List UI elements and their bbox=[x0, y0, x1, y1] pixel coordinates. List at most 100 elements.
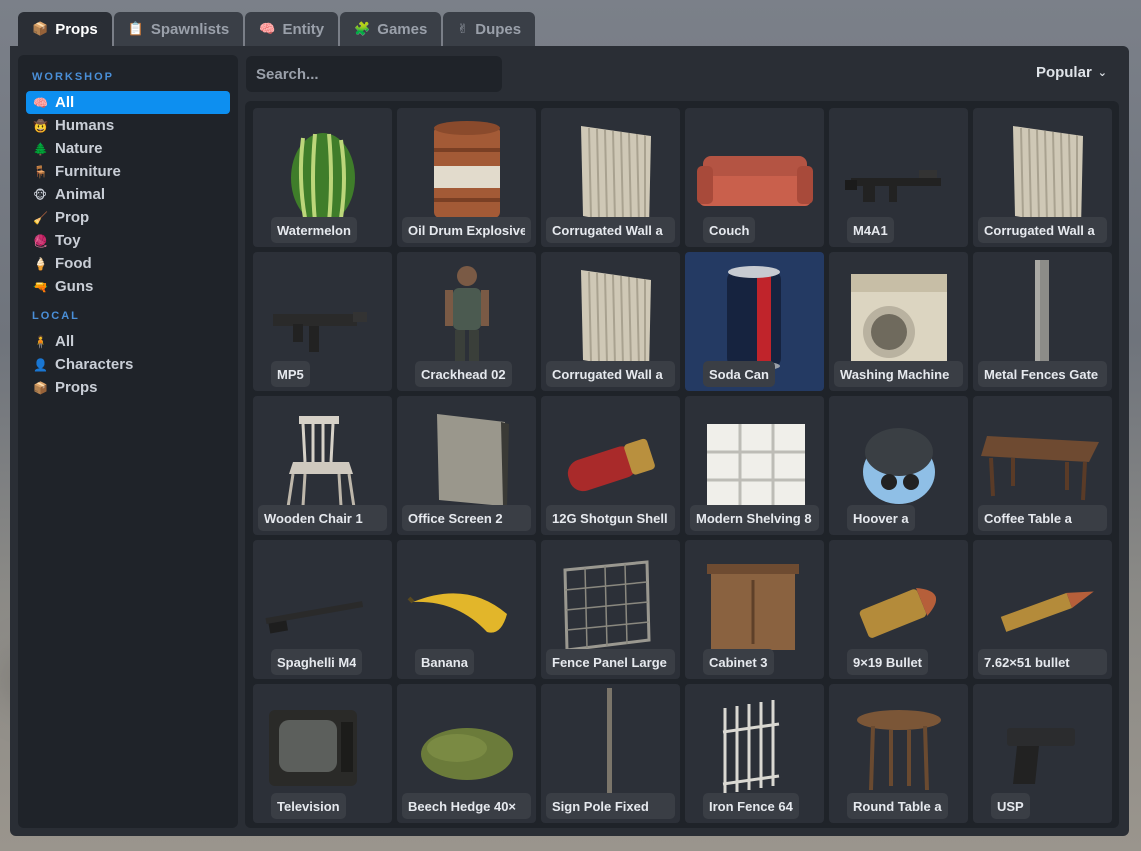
sidebar-item-label: Prop bbox=[55, 209, 90, 226]
prop-tile[interactable]: Washing Machine bbox=[829, 252, 968, 391]
prop-label-text: Washing Machine bbox=[840, 366, 950, 382]
prop-label-text: Corrugated Wall a bbox=[984, 222, 1095, 238]
prop-label: Modern Shelving 8 bbox=[690, 505, 819, 531]
prop-label-text: 12G Shotgun Shell bbox=[552, 510, 668, 526]
sidebar-item-animal[interactable]: 🐵 Animal bbox=[26, 183, 230, 206]
prop-label: Corrugated Wall a bbox=[978, 217, 1107, 243]
broom-icon: 🧹 bbox=[33, 210, 48, 225]
prop-label: Soda Can bbox=[703, 361, 775, 387]
tab-label: Entity bbox=[282, 20, 325, 38]
prop-label: Washing Machine bbox=[834, 361, 963, 387]
tab-entity[interactable]: 🧠 Entity bbox=[245, 12, 339, 46]
person-icon: 🧍 bbox=[33, 334, 48, 349]
prop-label: Corrugated Wall a bbox=[546, 361, 675, 387]
prop-tile[interactable]: Hoover a bbox=[829, 396, 968, 535]
prop-tile[interactable]: Television bbox=[253, 684, 392, 823]
prop-tile[interactable]: Wooden Chair 1 bbox=[253, 396, 392, 535]
prop-tile[interactable]: Corrugated Wall a bbox=[541, 108, 680, 247]
prop-tile[interactable]: Modern Shelving 8 bbox=[685, 396, 824, 535]
sidebar-item-furniture[interactable]: 🪑 Furniture bbox=[26, 160, 230, 183]
prop-tile[interactable]: Cabinet 3 bbox=[685, 540, 824, 679]
prop-label-text: Banana bbox=[421, 654, 468, 670]
sidebar-item-toy[interactable]: 🧶 Toy bbox=[26, 229, 230, 252]
prop-label-text: Iron Fence 64 bbox=[709, 798, 793, 814]
sidebar-item-nature[interactable]: 🌲 Nature bbox=[26, 137, 230, 160]
prop-tile[interactable]: 12G Shotgun Shell bbox=[541, 396, 680, 535]
prop-label: Metal Fences Gate bbox=[978, 361, 1107, 387]
yarn-icon: 🧶 bbox=[33, 233, 48, 248]
prop-label: Watermelon bbox=[271, 217, 357, 243]
prop-tile[interactable]: Corrugated Wall a bbox=[541, 252, 680, 391]
tab-spawnlists[interactable]: 📋 Spawnlists bbox=[113, 12, 244, 46]
tab-dupes[interactable]: ✌ Dupes bbox=[443, 12, 536, 46]
sidebar-item-label: All bbox=[55, 94, 75, 111]
prop-tile[interactable]: Iron Fence 64 bbox=[685, 684, 824, 823]
sidebar-item-label: Nature bbox=[55, 140, 103, 157]
sidebar-item-all[interactable]: 🧠 All bbox=[26, 91, 230, 114]
sidebar-item-characters[interactable]: 👤 Characters bbox=[26, 353, 230, 376]
prop-label-text: Beech Hedge 40× bbox=[408, 798, 517, 814]
prop-tile[interactable]: Crackhead 02 bbox=[397, 252, 536, 391]
icecream-icon: 🍦 bbox=[33, 256, 48, 271]
brain-icon: 🧠 bbox=[33, 95, 48, 110]
prop-label: MP5 bbox=[271, 361, 310, 387]
prop-grid: Watermelon Oil Drum Explosive Corrugated W… bbox=[253, 108, 1112, 823]
sidebar-item-guns[interactable]: 🔫 Guns bbox=[26, 275, 230, 298]
prop-label: Spaghelli M4 bbox=[271, 649, 363, 675]
prop-label: Coffee Table a bbox=[978, 505, 1107, 531]
prop-tile[interactable]: Oil Drum Explosive bbox=[397, 108, 536, 247]
victory-hand-icon: ✌ bbox=[457, 21, 469, 36]
prop-tile[interactable]: USP bbox=[973, 684, 1112, 823]
prop-tile[interactable]: M4A1 bbox=[829, 108, 968, 247]
prop-tile[interactable]: 9×19 Bullet bbox=[829, 540, 968, 679]
prop-label: M4A1 bbox=[847, 217, 894, 243]
prop-tile[interactable]: Beech Hedge 40× bbox=[397, 684, 536, 823]
prop-label: Wooden Chair 1 bbox=[258, 505, 387, 531]
sidebar-item-label: Humans bbox=[55, 117, 115, 134]
prop-tile[interactable]: Sign Pole Fixed bbox=[541, 684, 680, 823]
prop-label-text: Television bbox=[277, 798, 340, 814]
tab-label: Dupes bbox=[475, 20, 522, 38]
prop-tile[interactable]: Watermelon bbox=[253, 108, 392, 247]
prop-label: USP bbox=[991, 793, 1030, 819]
prop-tile[interactable]: Corrugated Wall a bbox=[973, 108, 1112, 247]
prop-tile[interactable]: Banana bbox=[397, 540, 536, 679]
search-input[interactable] bbox=[246, 56, 502, 92]
sidebar-item-props[interactable]: 📦 Props bbox=[26, 376, 230, 399]
prop-label-text: Round Table a bbox=[853, 798, 942, 814]
prop-tile[interactable]: Coffee Table a bbox=[973, 396, 1112, 535]
prop-tile[interactable]: Fence Panel Large bbox=[541, 540, 680, 679]
tab-label: Props bbox=[55, 20, 98, 38]
prop-label-text: MP5 bbox=[277, 366, 304, 382]
sidebar-item-all[interactable]: 🧍 All bbox=[26, 330, 230, 353]
monkey-icon: 🐵 bbox=[33, 187, 47, 202]
prop-tile[interactable]: MP5 bbox=[253, 252, 392, 391]
sidebar-item-food[interactable]: 🍦 Food bbox=[26, 252, 230, 275]
tab-props[interactable]: 📦 Props bbox=[18, 12, 112, 46]
prop-tile[interactable]: Couch bbox=[685, 108, 824, 247]
sort-label: Popular bbox=[1035, 64, 1092, 81]
prop-label-text: Spaghelli M4 bbox=[277, 654, 357, 670]
prop-tile[interactable]: Round Table a bbox=[829, 684, 968, 823]
prop-tile[interactable]: 7.62×51 bullet bbox=[973, 540, 1112, 679]
prop-tile[interactable]: Office Screen 2 bbox=[397, 396, 536, 535]
sidebar-item-humans[interactable]: 🤠 Humans bbox=[26, 114, 230, 137]
prop-grid-container[interactable]: Watermelon Oil Drum Explosive Corrugated W… bbox=[245, 101, 1119, 828]
prop-label-text: Fence Panel Large bbox=[552, 654, 667, 670]
prop-label: Banana bbox=[415, 649, 474, 675]
sidebar-item-prop[interactable]: 🧹 Prop bbox=[26, 206, 230, 229]
tree-icon: 🌲 bbox=[33, 141, 48, 156]
prop-label-text: Modern Shelving 8 bbox=[696, 510, 812, 526]
sidebar: WORKSHOP 🧠 All 🤠 Humans 🌲 Nature 🪑 Furniture 🐵 An… bbox=[18, 55, 238, 828]
prop-label-text: Soda Can bbox=[709, 366, 769, 382]
sort-dropdown[interactable]: Popular ⌄ bbox=[1036, 64, 1107, 81]
prop-tile[interactable]: Spaghelli M4 bbox=[253, 540, 392, 679]
prop-tile[interactable]: Metal Fences Gate bbox=[973, 252, 1112, 391]
tab-games[interactable]: 🧩 Games bbox=[340, 12, 442, 46]
sidebar-item-label: Props bbox=[55, 379, 98, 396]
sidebar-item-label: Guns bbox=[55, 278, 94, 295]
person-icon: 👤 bbox=[33, 357, 48, 372]
prop-tile[interactable]: Soda Can bbox=[685, 252, 824, 391]
prop-label-text: M4A1 bbox=[853, 222, 888, 238]
prop-label-text: Sign Pole Fixed bbox=[552, 798, 649, 814]
